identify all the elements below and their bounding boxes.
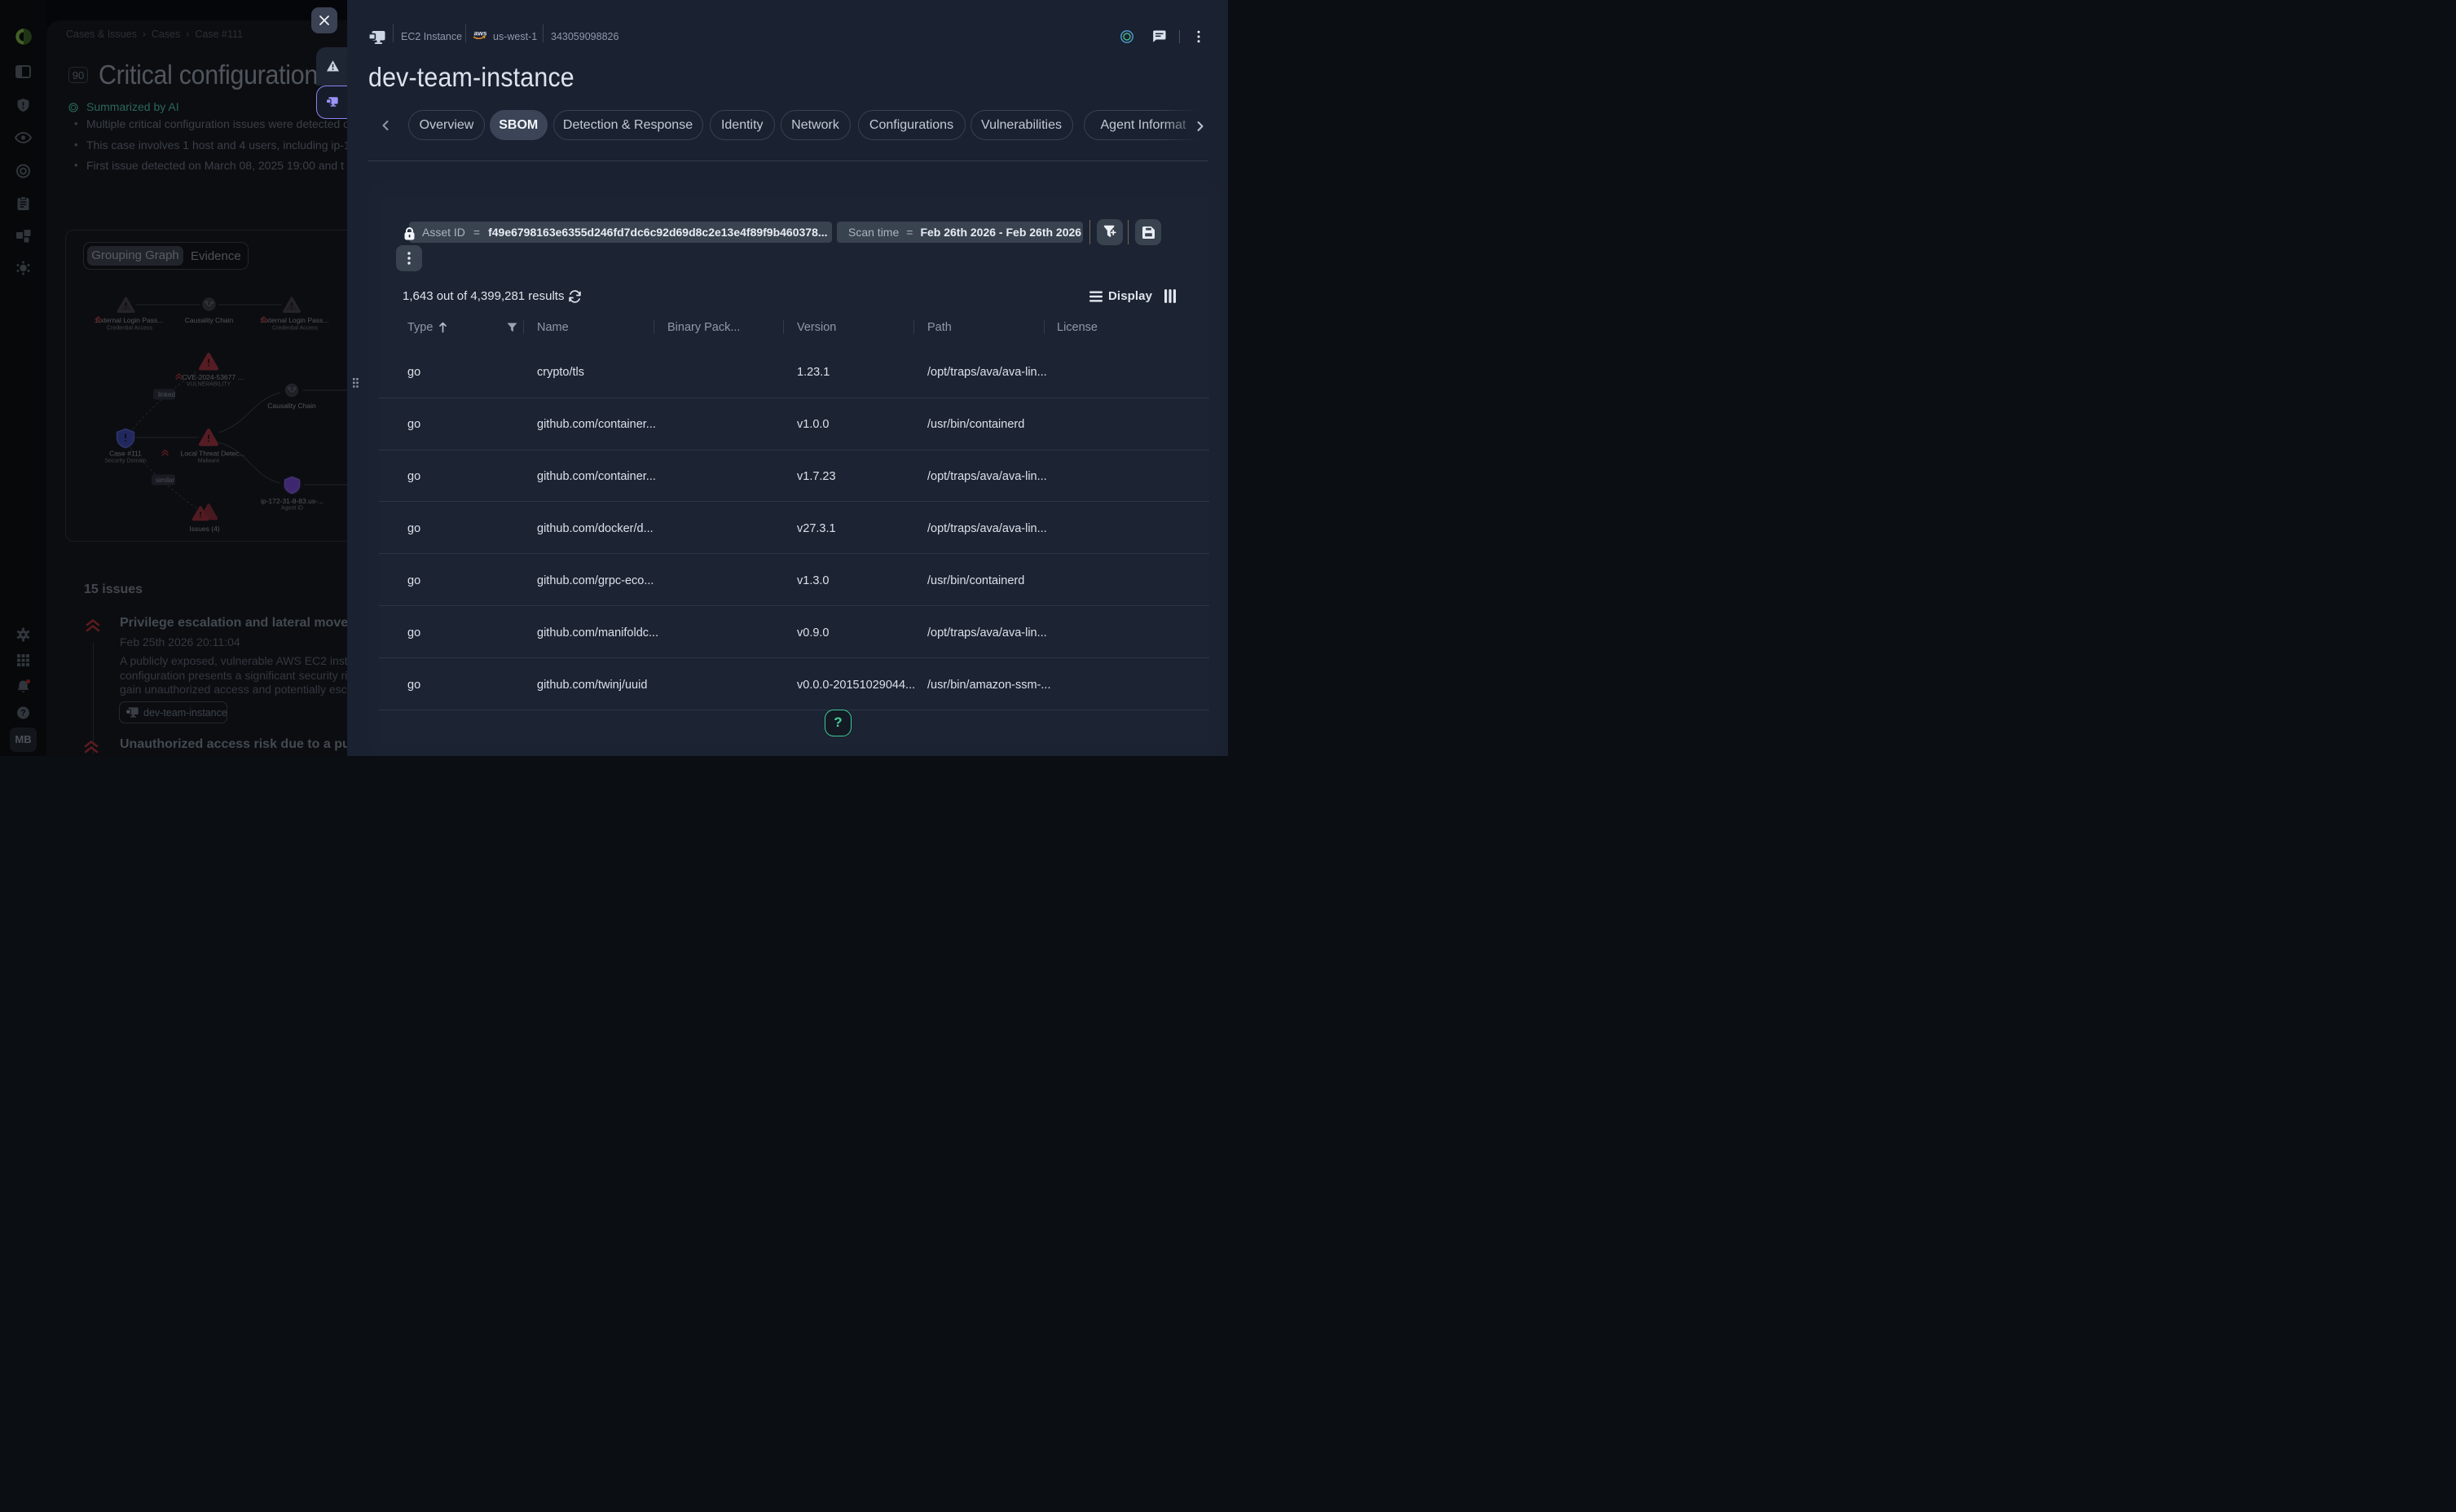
- svg-text:aws: aws: [474, 29, 487, 37]
